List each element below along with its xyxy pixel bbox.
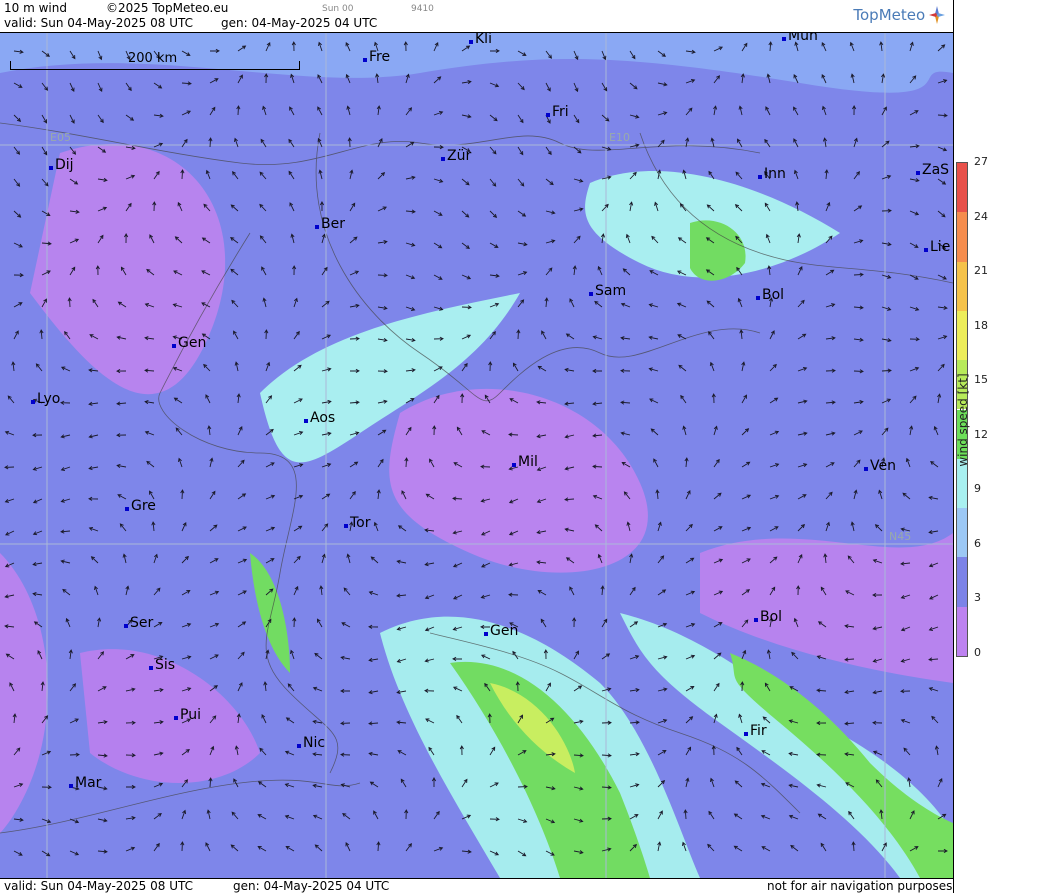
colorbar-tick-label: 6 <box>974 536 981 550</box>
colorbar-tick-label: 15 <box>974 373 988 386</box>
city-label: Tor <box>344 515 371 531</box>
product-title: 10 m wind <box>4 1 67 15</box>
city-label: Fri <box>546 104 569 120</box>
colorbar-tick-label: 27 <box>974 155 988 168</box>
colorbar-tick-label: 24 <box>974 209 988 223</box>
city-label: Nic <box>296 735 326 751</box>
valid-time: valid: Sun 04-May-2025 08 UTC <box>4 16 193 30</box>
colorbar-tick-label: 21 <box>974 264 988 277</box>
wind-field <box>0 33 953 878</box>
topmeteo-logo: TopMeteo <box>853 6 945 24</box>
grid-label-e05: E05 <box>50 131 71 144</box>
city-label: ZaS <box>915 162 950 178</box>
city-label: Kli <box>469 33 492 47</box>
city-label: Mar <box>68 775 102 791</box>
city-label: Gen <box>483 623 519 639</box>
wind-map[interactable]: 200 km E05 E10 N45 Kli Fre Mün Fri Dij Z… <box>0 33 953 878</box>
scale-bar-label: 200 km <box>128 51 178 66</box>
colorbar-segment <box>957 261 967 311</box>
city-label: Aos <box>303 410 336 426</box>
colorbar-segment <box>957 310 967 361</box>
city-label: Fre <box>362 49 391 65</box>
city-label: Lie <box>923 239 951 255</box>
colorbar-segment <box>957 212 967 262</box>
city-label: Sam <box>588 283 627 299</box>
logo-text: TopMeteo <box>853 6 926 24</box>
colorbar-tick-label: 18 <box>974 318 988 332</box>
city-label: Gen <box>171 335 207 351</box>
map-header: 10 m wind ©2025 TopMeteo.eu Sun 00 9410 … <box>0 0 953 33</box>
city-label: Ser <box>123 615 154 631</box>
generated-time: gen: 04-May-2025 04 UTC <box>221 16 378 30</box>
city-label: Ber <box>315 216 345 232</box>
colorbar-segment <box>957 163 967 213</box>
grid-label-n45: N45 <box>889 530 912 543</box>
model-code: Sun 00 <box>322 4 354 14</box>
city-label: Inn <box>758 166 786 182</box>
copyright: ©2025 TopMeteo.eu <box>106 1 229 15</box>
colorbar-segment <box>957 508 967 558</box>
city-label: Gre <box>125 498 156 514</box>
city-label: Lyo <box>30 391 61 407</box>
colorbar-segment <box>957 606 967 656</box>
colorbar-segment <box>957 557 967 607</box>
map-footer: valid: Sun 04-May-2025 08 UTC gen: 04-Ma… <box>0 878 953 894</box>
city-label: Dij <box>49 157 74 173</box>
footer-gen: gen: 04-May-2025 04 UTC <box>233 879 390 893</box>
footer-valid: valid: Sun 04-May-2025 08 UTC <box>4 879 193 893</box>
compass-logo-icon <box>929 6 945 24</box>
city-label: Sis <box>148 657 176 673</box>
city-label: Ven <box>864 458 896 474</box>
city-label: Pui <box>174 707 201 723</box>
legend-panel: 27 24 21 18 15 12 9 6 3 0 wind speed [kt] <box>953 0 1045 893</box>
grid-label-e10: E10 <box>609 131 630 144</box>
colorbar-tick-label: 12 <box>974 427 988 441</box>
run-code: 9410 <box>411 4 434 14</box>
disclaimer: not for air navigation purposes <box>767 879 953 893</box>
city-label: Zür <box>440 148 472 164</box>
city-label: Mil <box>512 454 538 470</box>
city-label: Bol <box>753 609 783 625</box>
city-label: Mün <box>782 33 818 44</box>
legend-title: wind speed [kt] <box>956 373 970 467</box>
city-label: Bol <box>755 287 785 303</box>
colorbar-tick-label: 0 <box>974 645 981 659</box>
city-label: Fir <box>744 723 767 739</box>
colorbar-tick-label: 3 <box>974 591 981 604</box>
colorbar-tick-label: 9 <box>974 482 981 495</box>
